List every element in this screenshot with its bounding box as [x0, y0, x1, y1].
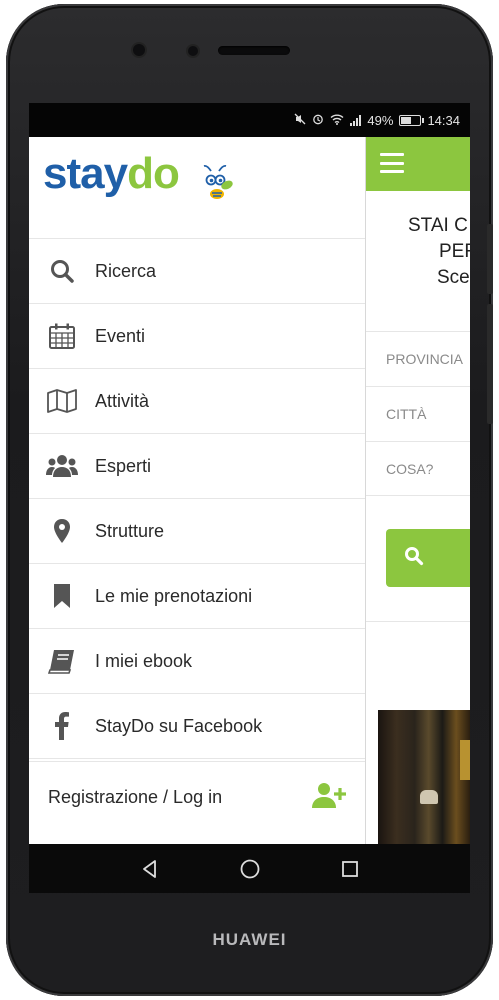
alarm-icon [312, 113, 324, 128]
proximity-sensor [188, 46, 198, 56]
home-icon[interactable] [235, 854, 265, 884]
hamburger-menu-icon[interactable] [380, 153, 404, 173]
recents-icon[interactable] [335, 854, 365, 884]
group-icon [29, 453, 95, 479]
menu-item-attivita[interactable]: Attività [29, 369, 365, 434]
menu-item-label: Strutture [95, 520, 165, 541]
menu-item-ricerca[interactable]: Ricerca [29, 239, 365, 304]
battery-percent: 49% [367, 112, 394, 128]
city-field[interactable]: CITTÀ [366, 386, 470, 441]
menu-item-label: Eventi [95, 325, 146, 346]
back-icon[interactable] [135, 854, 165, 884]
app-toolbar [366, 137, 470, 191]
front-camera [133, 44, 145, 56]
clock: 14:34 [427, 112, 460, 128]
menu-item-label: StayDo su Facebook [95, 715, 263, 736]
menu-item-esperti[interactable]: Esperti [29, 434, 365, 499]
device-brand: HUAWEI [212, 930, 287, 949]
menu-item-prenotazioni[interactable]: Le mie prenotazioni [29, 564, 365, 629]
listing-photo[interactable] [378, 710, 470, 844]
bee-logo-icon [201, 163, 235, 208]
menu-item-label: Le mie prenotazioni [95, 585, 253, 606]
system-nav-bar [29, 844, 470, 893]
mute-icon [294, 113, 306, 128]
register-login-button[interactable]: Registrazione / Log in [29, 761, 365, 833]
what-field[interactable]: COSA? [366, 441, 470, 496]
hero-line-2: PEF [439, 241, 470, 262]
menu-item-label: I miei ebook [95, 650, 193, 671]
logo-area: staydo [29, 137, 365, 239]
menu-item-label: Ricerca [95, 260, 157, 281]
power-button [487, 304, 493, 424]
hero-text: STAI C PEF Sce [366, 191, 470, 331]
menu-item-strutture[interactable]: Strutture [29, 499, 365, 564]
menu-item-label: Esperti [95, 455, 152, 476]
screen: 49% 14:34 STAI C PEF Sce PROVINCIA CITTÀ… [29, 103, 470, 893]
search-icon [404, 546, 424, 571]
map-icon [29, 388, 95, 414]
battery-icon [399, 114, 425, 126]
add-user-icon [311, 780, 347, 815]
navigation-drawer: staydo Ricerca Eventi Attività Esperti S… [29, 137, 366, 844]
hero-line-1: STAI C [408, 215, 468, 236]
earpiece-speaker [218, 46, 290, 55]
calendar-icon [29, 322, 95, 350]
divider [366, 621, 470, 622]
menu-item-label: Attività [95, 390, 150, 411]
menu-item-facebook[interactable]: StayDo su Facebook [29, 694, 365, 759]
register-login-label: Registrazione / Log in [48, 787, 223, 807]
menu-item-eventi[interactable]: Eventi [29, 304, 365, 369]
book-icon [29, 648, 95, 674]
facebook-icon [29, 712, 95, 740]
province-field[interactable]: PROVINCIA [366, 331, 470, 386]
signal-icon [350, 114, 362, 126]
bookmark-icon [29, 583, 95, 609]
hero-line-3: Sce [437, 267, 470, 288]
search-icon [29, 258, 95, 284]
staydo-logo[interactable]: staydo [43, 149, 180, 199]
search-button[interactable] [386, 529, 470, 587]
volume-button [487, 224, 493, 294]
wifi-icon [330, 113, 344, 128]
menu-item-ebook[interactable]: I miei ebook [29, 629, 365, 694]
status-bar: 49% 14:34 [29, 103, 470, 137]
location-pin-icon [29, 518, 95, 544]
